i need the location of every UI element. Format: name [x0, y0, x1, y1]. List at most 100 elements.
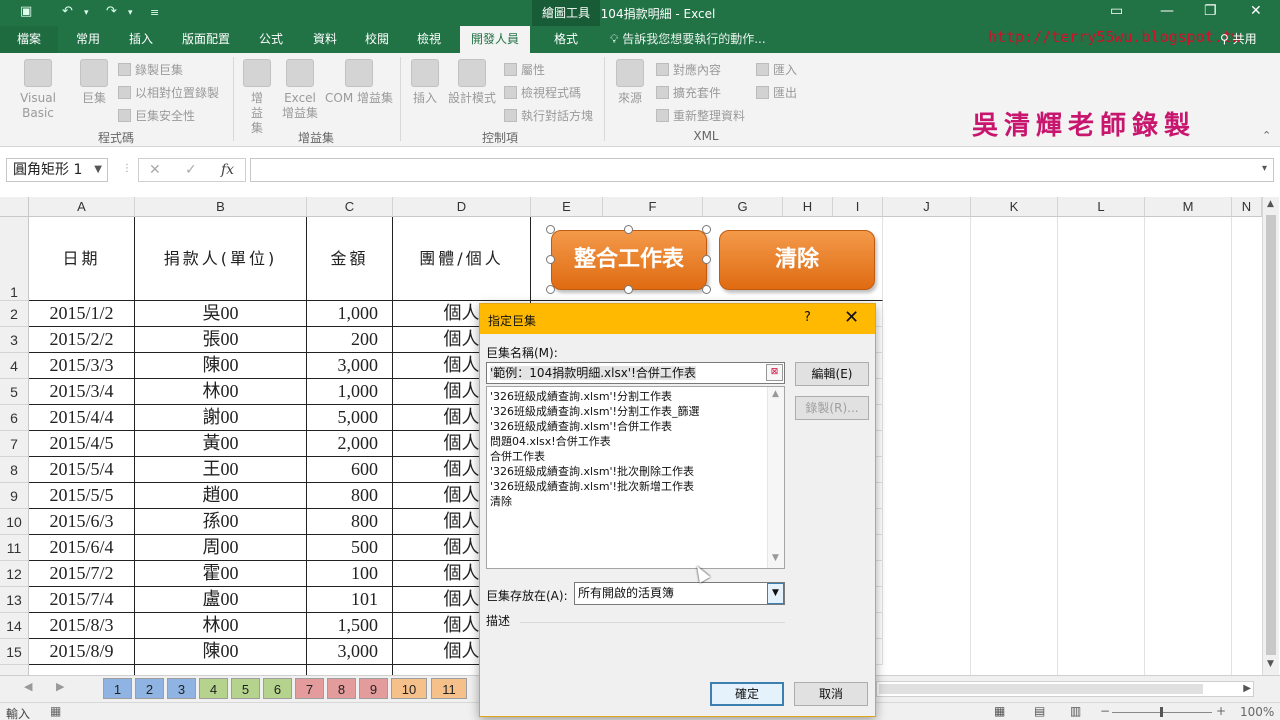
- table-cell[interactable]: 1,000: [307, 379, 393, 405]
- enter-formula-icon[interactable]: ✓: [185, 159, 197, 181]
- relative-refs-button[interactable]: 以相對位置錄製: [118, 84, 219, 101]
- row-header[interactable]: 13: [0, 587, 29, 613]
- properties-button[interactable]: 屬性: [504, 61, 545, 78]
- row-header[interactable]: 10: [0, 509, 29, 535]
- tab-file[interactable]: 檔案: [0, 26, 58, 53]
- table-header-cell[interactable]: 團體/個人: [393, 217, 531, 301]
- table-cell[interactable]: 霍00: [135, 561, 307, 587]
- sheet-tab[interactable]: 8: [327, 678, 356, 699]
- resize-handle[interactable]: [702, 285, 711, 294]
- row-header[interactable]: 1: [0, 217, 29, 301]
- tab-developer[interactable]: 開發人員: [460, 26, 530, 53]
- row-header[interactable]: 3: [0, 327, 29, 353]
- scrollbar-thumb[interactable]: [1266, 215, 1276, 655]
- macro-security-button[interactable]: 巨集安全性: [118, 107, 195, 124]
- scroll-right-icon[interactable]: ▶: [1243, 682, 1251, 696]
- table-cell[interactable]: 2015/5/5: [29, 483, 135, 509]
- formula-input[interactable]: [250, 158, 1274, 182]
- chevron-down-icon[interactable]: ▼: [767, 583, 784, 604]
- row-header[interactable]: 11: [0, 535, 29, 561]
- row-header[interactable]: 8: [0, 457, 29, 483]
- column-header[interactable]: K: [971, 197, 1058, 217]
- table-cell[interactable]: 張00: [135, 327, 307, 353]
- column-header[interactable]: E: [531, 197, 603, 217]
- table-cell[interactable]: 陳00: [135, 639, 307, 665]
- ribbon-display-options-icon[interactable]: ▭: [1110, 3, 1123, 19]
- help-icon[interactable]: ?: [804, 310, 811, 325]
- insert-control-button[interactable]: 插入: [408, 59, 442, 106]
- table-cell[interactable]: 2015/8/3: [29, 613, 135, 639]
- chevron-down-icon[interactable]: ▼: [94, 159, 102, 181]
- normal-view-icon[interactable]: ▦: [994, 704, 1005, 718]
- column-header[interactable]: F: [603, 197, 703, 217]
- table-cell[interactable]: 2015/6/3: [29, 509, 135, 535]
- table-cell[interactable]: 2015/1/2: [29, 301, 135, 327]
- table-cell[interactable]: 800: [307, 483, 393, 509]
- run-dialog-button[interactable]: 執行對話方塊: [504, 107, 593, 124]
- expand-formula-bar-icon[interactable]: ▾: [1262, 163, 1267, 174]
- map-properties-button[interactable]: 對應內容: [656, 61, 721, 78]
- table-cell[interactable]: 2015/4/5: [29, 431, 135, 457]
- restore-icon[interactable]: ❐: [1204, 3, 1217, 19]
- table-cell[interactable]: 2015/2/2: [29, 327, 135, 353]
- tab-review[interactable]: 校閱: [354, 26, 400, 53]
- resize-handle[interactable]: [702, 225, 711, 234]
- column-header[interactable]: G: [703, 197, 783, 217]
- tab-formulas[interactable]: 公式: [248, 26, 294, 53]
- column-header[interactable]: I: [833, 197, 883, 217]
- list-item[interactable]: 清除: [490, 494, 784, 509]
- empty-column[interactable]: [1145, 217, 1232, 675]
- row-header[interactable]: 12: [0, 561, 29, 587]
- scroll-down-icon[interactable]: ▼: [1267, 659, 1274, 669]
- table-header-cell[interactable]: 金額: [307, 217, 393, 301]
- excel-addins-button[interactable]: Excel 增益集: [278, 59, 322, 121]
- table-cell[interactable]: 5,000: [307, 405, 393, 431]
- table-cell[interactable]: 2015/5/4: [29, 457, 135, 483]
- macro-list[interactable]: '326班級成績查詢.xlsm'!分割工作表 '326班級成績查詢.xlsm'!分…: [486, 386, 785, 569]
- list-item[interactable]: 合併工作表: [490, 449, 784, 464]
- scroll-tabs-right-icon[interactable]: ▶: [56, 680, 64, 693]
- resize-handle[interactable]: [624, 285, 633, 294]
- dialog-title-bar[interactable]: 指定巨集 ? ✕: [480, 304, 875, 334]
- record-macro-button[interactable]: 錄製巨集: [118, 61, 183, 78]
- table-cell[interactable]: 3,000: [307, 353, 393, 379]
- edit-button[interactable]: 編輯(E): [795, 362, 869, 386]
- table-cell[interactable]: 黃00: [135, 431, 307, 457]
- column-header[interactable]: D: [393, 197, 531, 217]
- table-cell[interactable]: 盧00: [135, 587, 307, 613]
- ok-button[interactable]: 確定: [710, 682, 784, 706]
- table-cell[interactable]: 100: [307, 561, 393, 587]
- refresh-data-button[interactable]: 重新整理資料: [656, 107, 745, 124]
- row-header[interactable]: 14: [0, 613, 29, 639]
- empty-column[interactable]: [883, 217, 971, 675]
- column-header[interactable]: H: [783, 197, 833, 217]
- com-addins-button[interactable]: COM 增益集: [324, 59, 394, 106]
- sheet-tab[interactable]: 1: [103, 678, 132, 699]
- empty-column[interactable]: [971, 217, 1058, 675]
- table-cell[interactable]: 謝00: [135, 405, 307, 431]
- tab-data[interactable]: 資料: [302, 26, 348, 53]
- table-header-cell[interactable]: 日期: [29, 217, 135, 301]
- insert-function-icon[interactable]: fx: [221, 159, 234, 181]
- addins-button[interactable]: 增益集: [240, 59, 274, 136]
- page-layout-view-icon[interactable]: ▤: [1034, 704, 1045, 718]
- tab-insert[interactable]: 插入: [118, 26, 164, 53]
- row-header[interactable]: 5: [0, 379, 29, 405]
- list-item[interactable]: 問題04.xlsx!合併工作表: [490, 434, 784, 449]
- table-cell[interactable]: 趙00: [135, 483, 307, 509]
- row-header[interactable]: 2: [0, 301, 29, 327]
- scroll-down-icon[interactable]: ▼: [772, 553, 779, 563]
- tell-me-box[interactable]: 💡︎ 告訴我您想要執行的動作...: [610, 26, 766, 53]
- table-cell[interactable]: 2015/3/3: [29, 353, 135, 379]
- column-header[interactable]: C: [307, 197, 393, 217]
- table-cell[interactable]: 200: [307, 327, 393, 353]
- close-icon[interactable]: ✕: [1250, 3, 1262, 19]
- page-break-view-icon[interactable]: ▥: [1070, 704, 1081, 718]
- empty-column[interactable]: [1058, 217, 1145, 675]
- zoom-level[interactable]: 100%: [1240, 705, 1274, 719]
- horizontal-scrollbar[interactable]: ▶: [876, 681, 1254, 697]
- table-cell[interactable]: 2,000: [307, 431, 393, 457]
- zoom-slider-thumb[interactable]: [1160, 707, 1163, 717]
- table-cell[interactable]: 2015/6/4: [29, 535, 135, 561]
- vertical-scrollbar[interactable]: ▲ ▼: [1262, 197, 1279, 675]
